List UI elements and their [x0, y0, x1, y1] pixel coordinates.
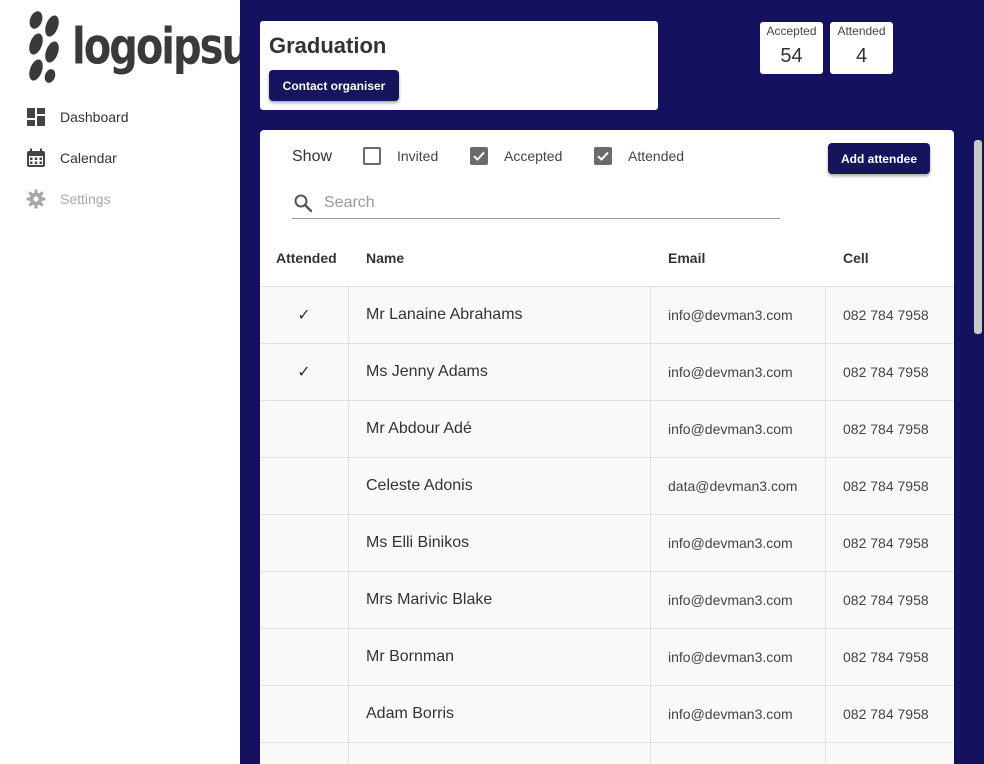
- attended-stat-label: Attended: [837, 24, 886, 38]
- attended-cell: [260, 458, 349, 514]
- gear-icon: [26, 189, 46, 209]
- email-cell: data@devman3.com: [651, 458, 826, 514]
- column-header-cell[interactable]: Cell: [843, 250, 869, 266]
- sidebar-item-label: Dashboard: [60, 108, 129, 125]
- logo[interactable]: logoipsum: [24, 10, 290, 84]
- email-cell: info@devman3.com: [651, 629, 826, 685]
- attended-cell: [260, 401, 349, 457]
- sidebar-nav: Dashboard Calendar Settings: [0, 96, 240, 219]
- sidebar-item-settings[interactable]: Settings: [0, 178, 240, 219]
- attended-filter-label: Attended: [628, 148, 685, 164]
- table-row[interactable]: Mr Bornman info@devman3.com 082 784 7958: [260, 629, 954, 686]
- table-row[interactable]: Ms Elli Binikos info@devman3.com 082 784…: [260, 515, 954, 572]
- attended-cell: ✓: [260, 287, 349, 343]
- table-row[interactable]: Mrs Marivic Blake info@devman3.com 082 7…: [260, 572, 954, 629]
- accepted-stat-label: Accepted: [766, 24, 817, 38]
- attended-cell: ✓: [260, 344, 349, 400]
- cell-number-cell: 082 784 7958: [843, 649, 929, 665]
- attended-stat-value: 4: [855, 45, 868, 67]
- name-cell: Mr Bornman: [349, 629, 651, 685]
- sidebar-item-label: Calendar: [60, 149, 117, 166]
- table-row[interactable]: ✓ Mr Lanaine Abrahams info@devman3.com 0…: [260, 287, 954, 344]
- event-card: Graduation Contact organiser: [260, 21, 658, 110]
- table-row[interactable]: ✓ Ms Jenny Adams info@devman3.com 082 78…: [260, 344, 954, 401]
- accepted-stat-value: 54: [780, 45, 803, 67]
- calendar-icon: [26, 148, 46, 168]
- name-cell: Adam Borris: [349, 686, 651, 742]
- name-cell: Mrs Marivic Blake: [349, 572, 651, 628]
- email-cell: info@devman3.com: [651, 401, 826, 457]
- cell-number-cell: 082 784 7958: [843, 592, 929, 608]
- sidebar-item-label: Settings: [60, 190, 111, 207]
- cell-number-cell: 082 784 7958: [843, 535, 929, 551]
- attended-checkbox[interactable]: [594, 147, 612, 165]
- table-row[interactable]: Celeste Adonis data@devman3.com 082 784 …: [260, 458, 954, 515]
- name-cell: Mr Abdour Adé: [349, 401, 651, 457]
- cell-number-cell: [826, 743, 954, 764]
- invited-checkbox[interactable]: [363, 147, 381, 165]
- column-header-name[interactable]: Name: [366, 250, 404, 266]
- table-row[interactable]: Mr Abdour Adé info@devman3.com 082 784 7…: [260, 401, 954, 458]
- attended-cell: [260, 743, 349, 764]
- table-body: ✓ Mr Lanaine Abrahams info@devman3.com 0…: [260, 287, 954, 764]
- email-cell: info@devman3.com: [651, 287, 826, 343]
- email-cell: info@devman3.com: [651, 515, 826, 571]
- search-input[interactable]: [324, 194, 764, 212]
- attendee-panel: Show Invited Accepted Attended Add atten…: [260, 130, 954, 764]
- attended-cell: [260, 515, 349, 571]
- accepted-filter[interactable]: Accepted: [470, 147, 562, 165]
- cell-number-cell: 082 784 7958: [843, 478, 929, 494]
- attended-cell: [260, 572, 349, 628]
- show-label: Show: [292, 148, 333, 165]
- cell-number-cell: 082 784 7958: [843, 421, 929, 437]
- email-cell: info@devman3.com: [651, 344, 826, 400]
- main-content: Graduation Contact organiser Accepted 54…: [240, 0, 984, 764]
- name-cell: Mr Lanaine Abrahams: [349, 287, 651, 343]
- search-icon: [292, 192, 314, 214]
- check-icon: [597, 151, 609, 161]
- sidebar: logoipsum Dashboard Calendar Settings: [0, 0, 290, 764]
- search-bar: [292, 188, 780, 219]
- attended-cell: [260, 629, 349, 685]
- dashboard-icon: [26, 107, 46, 127]
- table-scrollbar[interactable]: [974, 140, 982, 334]
- name-cell: Celeste Adonis: [349, 458, 651, 514]
- accepted-stat: Accepted 54: [760, 22, 823, 74]
- name-cell: Ms Jenny Adams: [349, 344, 651, 400]
- email-cell: info@devman3.com: [651, 572, 826, 628]
- table-row[interactable]: [260, 743, 954, 764]
- name-cell: Ms Elli Binikos: [349, 515, 651, 571]
- attended-stat: Attended 4: [830, 22, 893, 74]
- cell-number-cell: 082 784 7958: [843, 706, 929, 722]
- cell-number-cell: 082 784 7958: [843, 307, 929, 323]
- accepted-checkbox[interactable]: [470, 147, 488, 165]
- event-title: Graduation: [269, 33, 387, 58]
- invited-filter-label: Invited: [397, 148, 439, 164]
- email-cell: [651, 743, 826, 764]
- sidebar-item-calendar[interactable]: Calendar: [0, 137, 240, 178]
- name-cell: [349, 743, 651, 764]
- attended-cell: [260, 686, 349, 742]
- table-header: Attended Name Email Cell: [260, 230, 954, 287]
- column-header-attended[interactable]: Attended: [276, 250, 337, 266]
- cell-number-cell: 082 784 7958: [843, 364, 929, 380]
- sidebar-item-dashboard[interactable]: Dashboard: [0, 96, 240, 137]
- attended-filter[interactable]: Attended: [594, 147, 684, 165]
- table-row[interactable]: Adam Borris info@devman3.com 082 784 795…: [260, 686, 954, 743]
- email-cell: info@devman3.com: [651, 686, 826, 742]
- check-icon: [473, 151, 485, 161]
- contact-organiser-button[interactable]: Contact organiser: [269, 70, 399, 101]
- column-header-email[interactable]: Email: [668, 250, 705, 266]
- logo-mark-icon: [24, 10, 64, 84]
- invited-filter[interactable]: Invited: [363, 147, 438, 165]
- add-attendee-button[interactable]: Add attendee: [828, 143, 930, 174]
- accepted-filter-label: Accepted: [504, 148, 563, 164]
